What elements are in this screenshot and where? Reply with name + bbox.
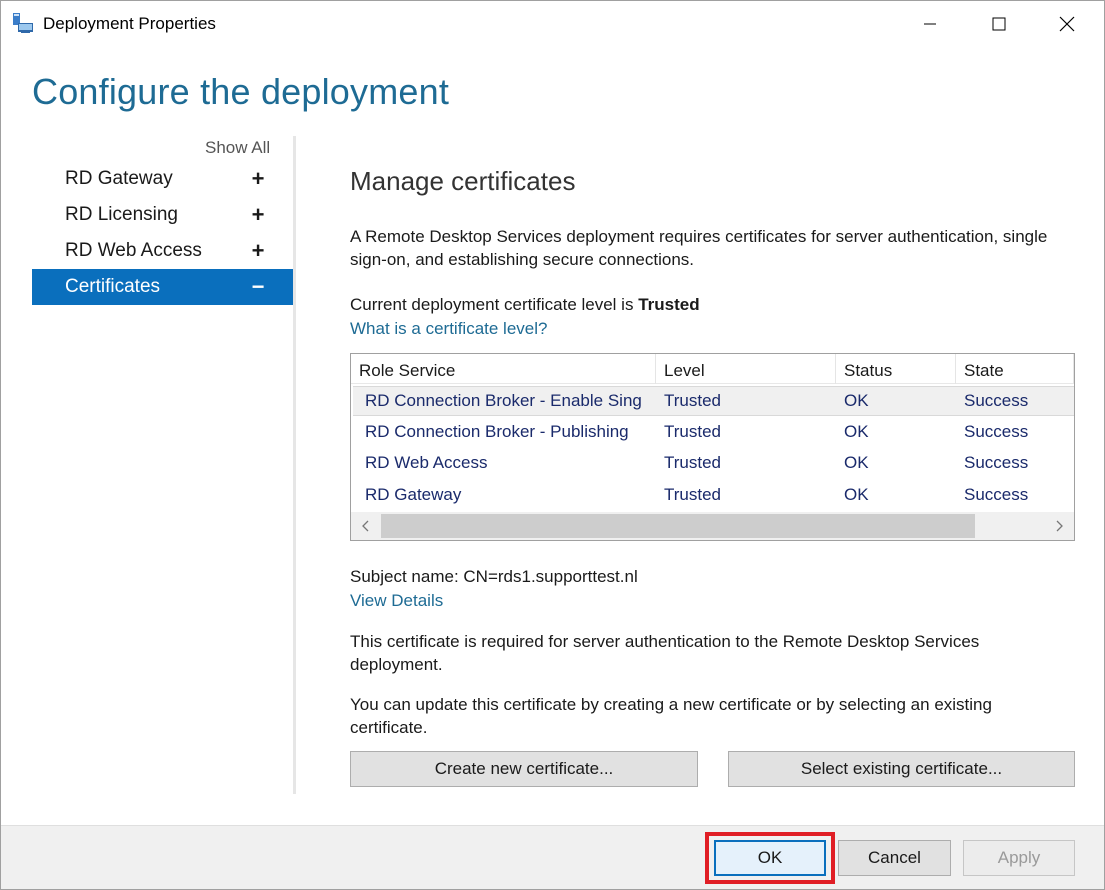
scroll-right-button[interactable] xyxy=(1044,512,1074,540)
horizontal-scrollbar[interactable] xyxy=(351,512,1074,540)
cell-role-service: RD Connection Broker - Enable Sing xyxy=(365,391,642,410)
title-bar: Deployment Properties xyxy=(1,1,1104,47)
cell-level: Trusted xyxy=(664,453,722,473)
cell-role-service: RD Connection Broker - Publishing xyxy=(365,421,629,441)
sidebar-item-label: RD Licensing xyxy=(65,204,178,225)
minimize-button[interactable] xyxy=(907,1,953,47)
window-title: Deployment Properties xyxy=(43,14,216,33)
certificate-level-line: Current deployment certificate level is … xyxy=(350,295,700,315)
certificate-level-prefix: Current deployment certificate level is xyxy=(350,295,639,314)
cell-status: OK xyxy=(844,484,869,504)
cell-state: Success xyxy=(964,484,1029,504)
section-description: A Remote Desktop Services deployment req… xyxy=(350,227,1048,269)
cell-state: Success xyxy=(964,391,1029,410)
cancel-button[interactable]: Cancel xyxy=(838,840,951,876)
column-header-status[interactable]: Status xyxy=(836,354,956,384)
scroll-thumb[interactable] xyxy=(381,514,975,538)
chevron-right-icon xyxy=(1056,520,1063,532)
view-details-link[interactable]: View Details xyxy=(350,591,443,611)
expand-icon: + xyxy=(251,238,265,263)
close-icon xyxy=(1059,16,1075,32)
table-body: RD Connection Broker - Enable Sing Trust… xyxy=(351,386,1074,511)
sidebar-item-rd-gateway[interactable]: RD Gateway + xyxy=(32,161,293,197)
sidebar-item-rd-licensing[interactable]: RD Licensing + xyxy=(32,197,293,233)
apply-button[interactable]: Apply xyxy=(963,840,1075,876)
cell-status: OK xyxy=(844,391,869,410)
cell-status: OK xyxy=(844,421,869,441)
scroll-left-button[interactable] xyxy=(351,512,381,540)
column-header-level[interactable]: Level xyxy=(656,354,836,384)
table-row[interactable]: RD Connection Broker - Publishing Truste… xyxy=(351,416,1074,448)
cell-role-service: RD Web Access xyxy=(365,453,488,473)
table-row[interactable]: RD Gateway Trusted OK Success xyxy=(351,479,1074,511)
chevron-left-icon xyxy=(362,520,369,532)
cell-level: Trusted xyxy=(664,391,722,410)
sidebar-item-label: RD Web Access xyxy=(65,240,202,261)
expand-icon: + xyxy=(251,166,265,191)
cell-state: Success xyxy=(964,421,1029,441)
cell-status: OK xyxy=(844,453,869,473)
collapse-icon: − xyxy=(251,274,265,299)
deployment-properties-window: Deployment Properties Configure the depl… xyxy=(0,0,1105,890)
sidebar-item-label: Certificates xyxy=(65,276,161,297)
maximize-icon xyxy=(992,17,1006,31)
page-title: Configure the deployment xyxy=(32,71,450,112)
certificate-level-value: Trusted xyxy=(638,295,700,314)
show-all-link[interactable]: Show All xyxy=(205,138,270,158)
subject-name: Subject name: CN=rds1.supporttest.nl xyxy=(350,567,638,586)
certificates-table: Role Service Level Status State RD Conne… xyxy=(350,353,1075,541)
table-row[interactable]: RD Web Access Trusted OK Success xyxy=(351,448,1074,480)
ok-button[interactable]: OK xyxy=(714,840,826,876)
sidebar-item-rd-web-access[interactable]: RD Web Access + xyxy=(32,233,293,269)
table-header: Role Service Level Status State xyxy=(351,354,1074,384)
column-header-role-service[interactable]: Role Service xyxy=(351,354,656,384)
deployment-icon xyxy=(12,12,34,34)
maximize-button[interactable] xyxy=(976,1,1022,47)
expand-icon: + xyxy=(251,202,265,227)
certificate-level-link[interactable]: What is a certificate level? xyxy=(350,319,547,339)
column-header-state[interactable]: State xyxy=(956,354,1074,384)
section-title: Manage certificates xyxy=(350,166,576,196)
create-new-certificate-button[interactable]: Create new certificate... xyxy=(350,751,698,787)
sidebar-item-label: RD Gateway xyxy=(65,168,173,189)
minimize-icon xyxy=(924,23,936,25)
cell-state: Success xyxy=(964,453,1029,473)
sidebar-item-certificates[interactable]: Certificates − xyxy=(32,269,293,305)
sidebar-nav: RD Gateway + RD Licensing + RD Web Acces… xyxy=(32,161,293,305)
required-text: This certificate is required for server … xyxy=(350,632,980,674)
cell-level: Trusted xyxy=(664,421,722,441)
table-row[interactable]: RD Connection Broker - Enable Sing Trust… xyxy=(353,386,1074,416)
nav-divider xyxy=(293,136,296,794)
cell-level: Trusted xyxy=(664,484,722,504)
cell-role-service: RD Gateway xyxy=(365,484,462,504)
select-existing-certificate-button[interactable]: Select existing certificate... xyxy=(728,751,1075,787)
update-text: You can update this certificate by creat… xyxy=(350,695,992,737)
close-button[interactable] xyxy=(1044,1,1090,47)
